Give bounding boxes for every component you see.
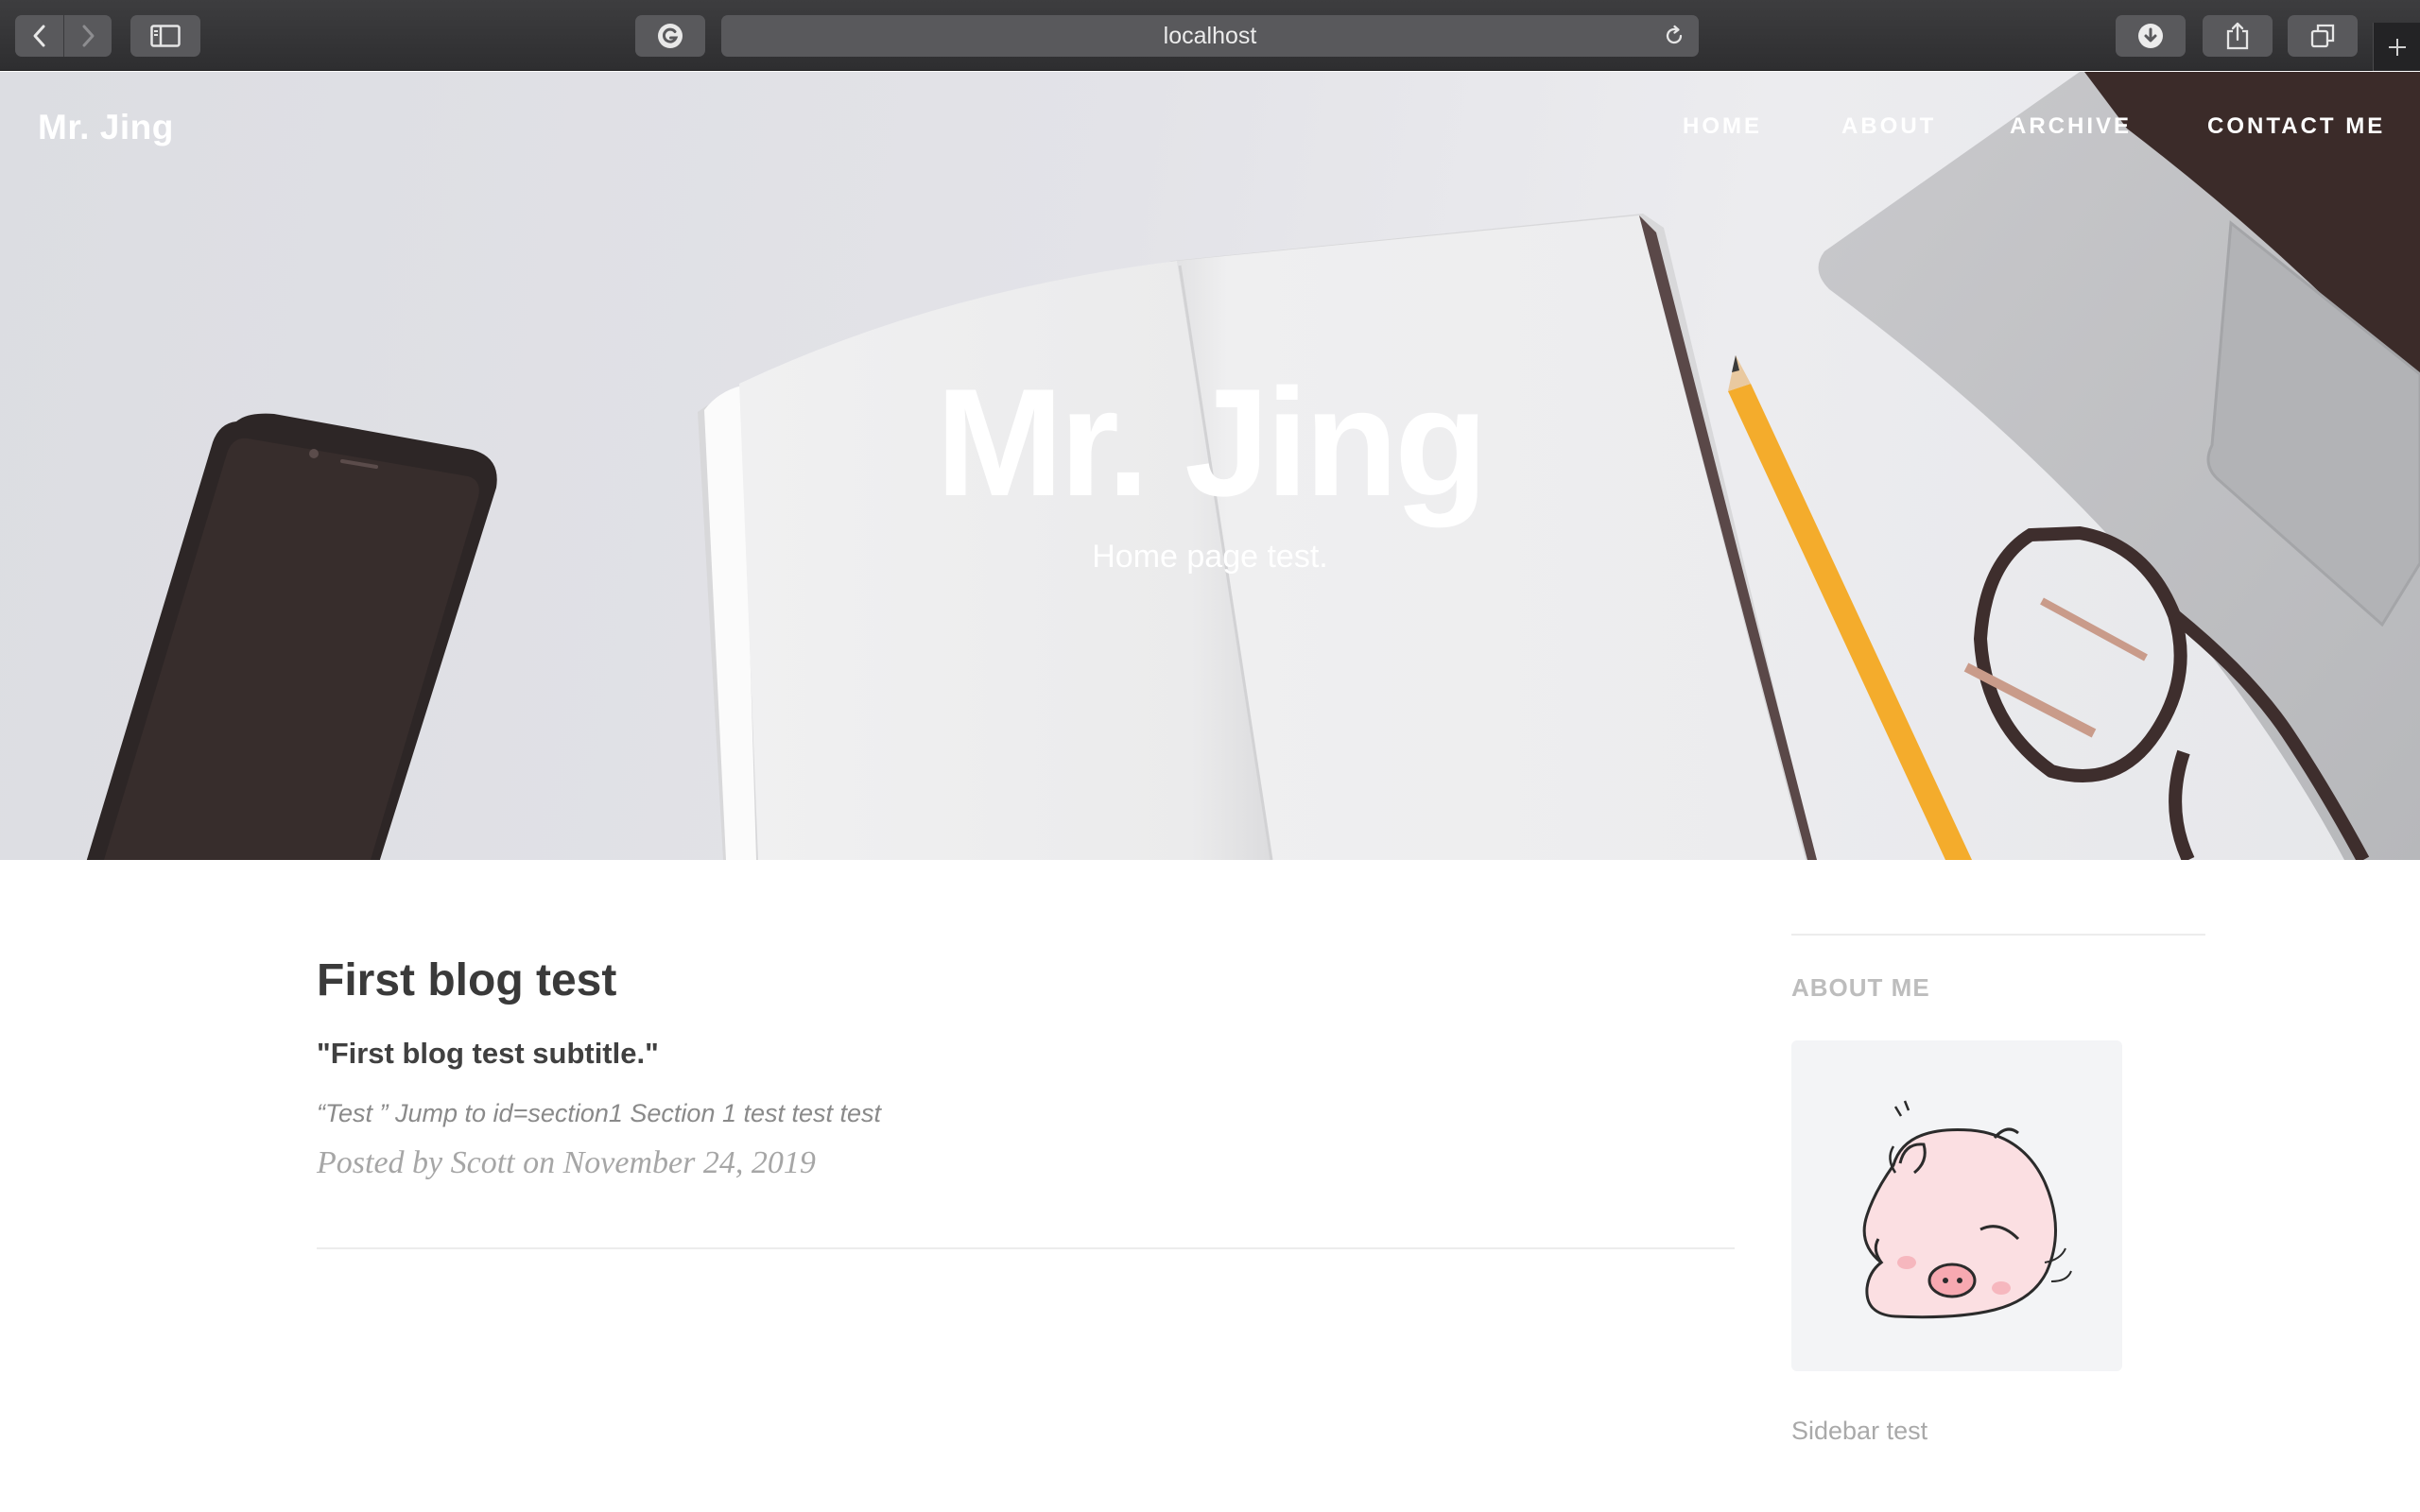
grammarly-icon bbox=[658, 24, 683, 48]
post-title[interactable]: First blog test bbox=[317, 954, 1735, 1006]
sidebar-heading: ABOUT ME bbox=[1791, 973, 1930, 1002]
share-button[interactable] bbox=[2203, 15, 2273, 57]
downloads-button[interactable] bbox=[2116, 15, 2186, 57]
hero-header: Mr. Jing HOME ABOUT ARCHIVE CONTACT ME M… bbox=[0, 72, 2420, 860]
avatar bbox=[1791, 1040, 2122, 1371]
nav-archive[interactable]: ARCHIVE bbox=[2010, 113, 2132, 140]
nav-contact-me[interactable]: CONTACT ME bbox=[2207, 113, 2385, 140]
grammarly-extension-button[interactable] bbox=[635, 15, 705, 57]
post-divider bbox=[317, 1247, 1735, 1249]
new-tab-plus-icon bbox=[2388, 38, 2406, 56]
sidebar-text: Sidebar test bbox=[1791, 1417, 1928, 1445]
hero-title: Mr. Jing bbox=[935, 357, 1488, 528]
back-arrow-icon bbox=[33, 25, 44, 47]
post-subtitle[interactable]: "First blog test subtitle." bbox=[317, 1037, 1735, 1071]
download-icon bbox=[2138, 24, 2163, 48]
browser-toolbar: localhost bbox=[0, 0, 2420, 71]
notebook-shape bbox=[698, 214, 1817, 860]
forward-arrow-icon bbox=[82, 25, 95, 47]
sidebar-divider bbox=[1791, 934, 2205, 936]
forward-button[interactable] bbox=[63, 15, 112, 57]
reload-icon[interactable] bbox=[1663, 25, 1685, 47]
hero-subtitle: Home page test. bbox=[1092, 539, 1328, 575]
tabs-icon bbox=[2310, 24, 2335, 48]
sidebar-icon bbox=[150, 25, 181, 47]
site-brand[interactable]: Mr. Jing bbox=[38, 108, 174, 147]
pig-avatar-icon bbox=[1862, 1100, 2072, 1319]
nav-home[interactable]: HOME bbox=[1683, 113, 1762, 140]
show-sidebar-button[interactable] bbox=[130, 15, 200, 57]
new-tab-button[interactable] bbox=[2373, 23, 2420, 71]
back-button[interactable] bbox=[15, 15, 63, 57]
post-meta: Posted by Scott on November 24, 2019 bbox=[317, 1145, 816, 1180]
share-icon bbox=[2226, 22, 2249, 50]
history-nav-group bbox=[15, 15, 112, 57]
url-text: localhost bbox=[1163, 22, 1257, 49]
post-preview[interactable]: First blog test "First blog test subtitl… bbox=[317, 954, 1735, 1181]
post-excerpt: “Test ” Jump to id=section1 Section 1 te… bbox=[317, 1099, 882, 1127]
sidebar: ABOUT ME Sidebar test bbox=[1791, 934, 2205, 1446]
tab-overview-button[interactable] bbox=[2288, 15, 2358, 57]
address-bar[interactable]: localhost bbox=[721, 15, 1699, 57]
nav-about[interactable]: ABOUT bbox=[1841, 113, 1936, 140]
